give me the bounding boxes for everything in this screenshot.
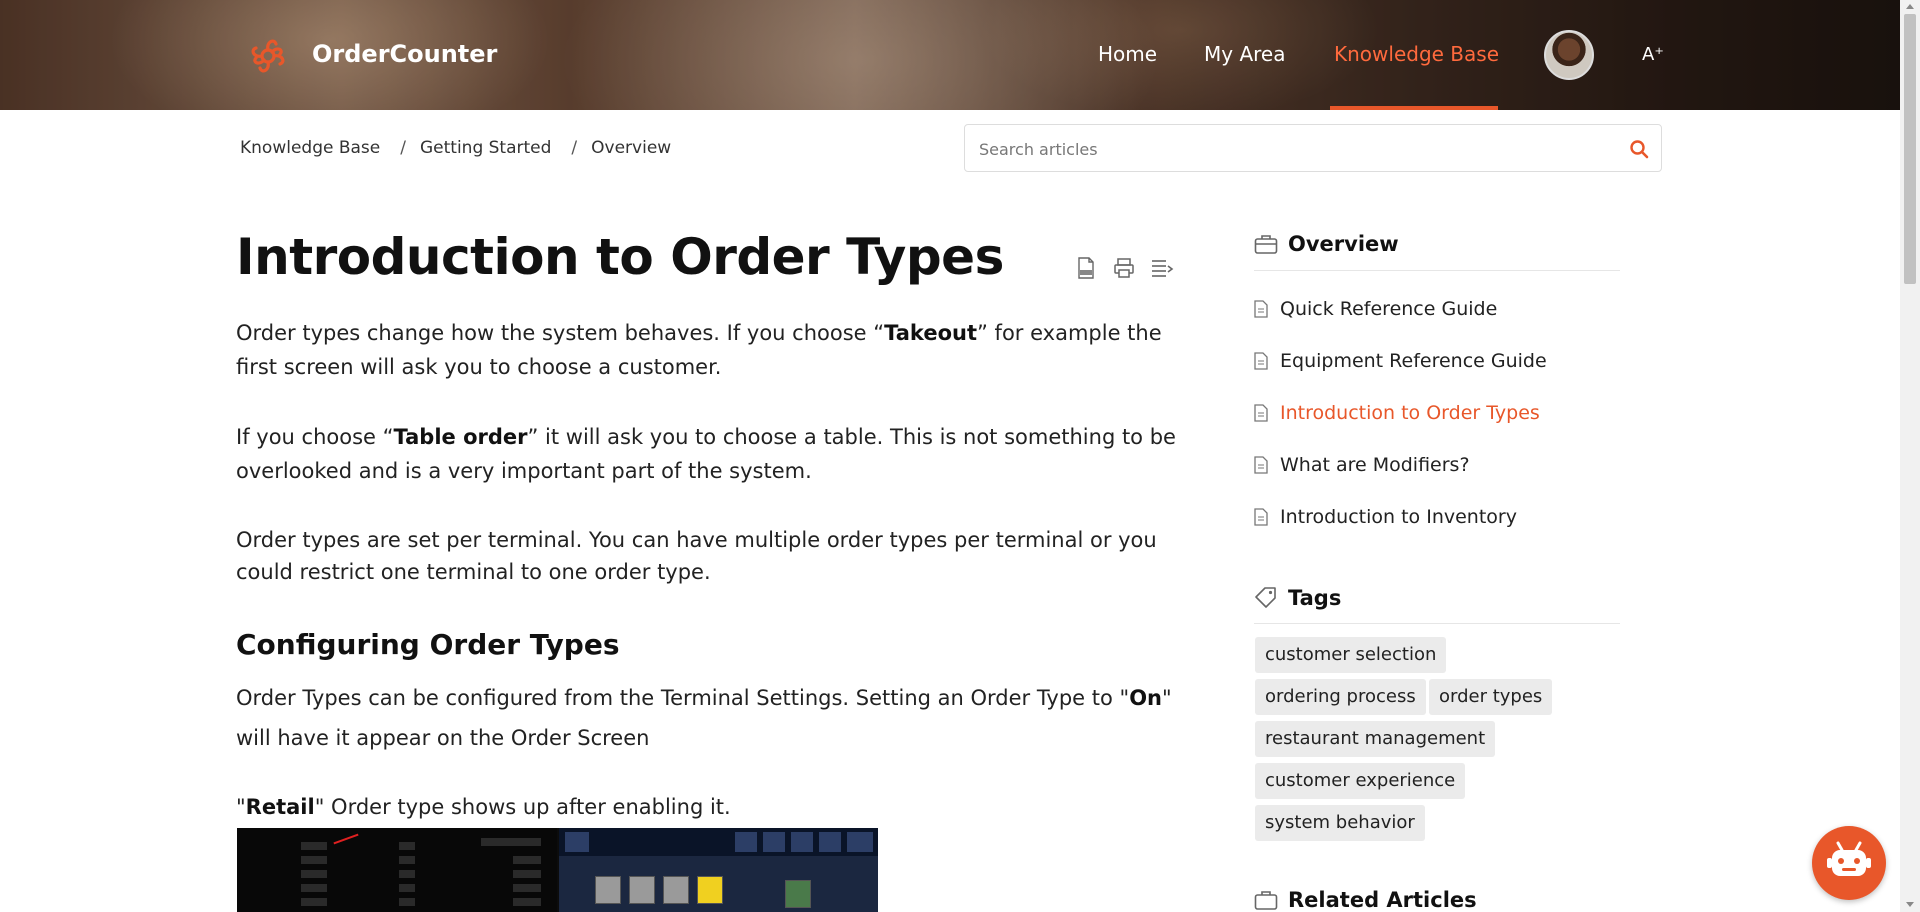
robot-icon <box>1827 841 1871 876</box>
ordercounter-logo-icon[interactable] <box>244 32 292 80</box>
related-articles-heading: Related Articles <box>1254 888 1477 912</box>
print-icon[interactable] <box>1112 256 1136 280</box>
document-icon <box>1254 456 1268 474</box>
tag-ordering-process[interactable]: ordering process <box>1255 679 1426 715</box>
overview-heading: Overview <box>1254 232 1399 256</box>
sidebar-article-modifiers[interactable]: What are Modifiers? <box>1254 454 1470 476</box>
breadcrumb: Knowledge Base / Getting Started / Overv… <box>240 138 671 158</box>
tag-icon <box>1255 587 1276 608</box>
chat-assistant-button[interactable] <box>1812 826 1886 900</box>
sidebar-article-equipment-reference[interactable]: Equipment Reference Guide <box>1254 350 1547 372</box>
document-icon <box>1254 352 1268 370</box>
breadcrumb-separator: / <box>400 138 406 158</box>
section-heading: Configuring Order Types <box>236 628 620 661</box>
overview-title: Overview <box>1288 232 1399 256</box>
article-paragraph: Order types are set per terminal. You ca… <box>236 528 1157 584</box>
avatar[interactable] <box>1544 30 1594 80</box>
terminal-settings-screenshot <box>237 828 878 912</box>
briefcase-icon <box>1254 235 1278 254</box>
related-articles-title: Related Articles <box>1288 888 1477 912</box>
article-paragraph: Order types change how the system behave… <box>236 321 1162 379</box>
site-header: OrderCounter Home My Area Knowledge Base… <box>0 0 1900 110</box>
scroll-thumb[interactable] <box>1904 14 1916 284</box>
table-of-contents-icon[interactable] <box>1150 256 1174 280</box>
nav-active-indicator <box>1330 106 1498 110</box>
breadcrumb-separator: / <box>571 138 578 158</box>
sidebar-article-inventory[interactable]: Introduction to Inventory <box>1254 506 1517 528</box>
article-paragraph: "Retail" Order type shows up after enabl… <box>236 795 731 819</box>
search-input[interactable] <box>979 137 1599 161</box>
breadcrumb-overview[interactable]: Overview <box>591 138 671 158</box>
breadcrumb-knowledge-base[interactable]: Knowledge Base <box>240 138 380 158</box>
tags-title: Tags <box>1288 586 1342 610</box>
article-paragraph: If you choose “Table order” it will ask … <box>236 425 1176 483</box>
tag-customer-selection[interactable]: customer selection <box>1255 637 1447 673</box>
brand-name[interactable]: OrderCounter <box>312 40 497 68</box>
tag-order-types[interactable]: order types <box>1429 679 1553 715</box>
page-title: Introduction to Order Types <box>236 228 1004 286</box>
nav-knowledge-base[interactable]: Knowledge Base <box>1334 42 1499 66</box>
document-icon <box>1254 404 1268 422</box>
sidebar-article-quick-reference[interactable]: Quick Reference Guide <box>1254 298 1497 320</box>
scroll-down-icon[interactable] <box>1906 902 1914 907</box>
article-tools <box>1074 256 1174 280</box>
tags-heading: Tags <box>1254 586 1341 610</box>
article-paragraph: Order Types can be configured from the T… <box>236 686 1172 750</box>
briefcase-icon <box>1254 891 1278 910</box>
tag-customer-experience[interactable]: customer experience <box>1255 763 1466 799</box>
page-scrollbar[interactable] <box>1900 0 1920 912</box>
breadcrumb-getting-started[interactable]: Getting Started <box>420 138 551 158</box>
nav-my-area[interactable]: My Area <box>1204 42 1285 66</box>
scroll-up-icon[interactable] <box>1906 4 1914 9</box>
document-icon <box>1254 508 1268 526</box>
pdf-icon[interactable] <box>1074 256 1098 280</box>
document-icon <box>1254 300 1268 318</box>
divider <box>1254 270 1620 271</box>
tag-system-behavior[interactable]: system behavior <box>1255 805 1425 841</box>
search-icon[interactable] <box>1629 139 1649 159</box>
nav-home[interactable]: Home <box>1098 42 1157 66</box>
settings-panel-image <box>237 828 557 912</box>
divider <box>1254 623 1620 624</box>
tag-restaurant-management[interactable]: restaurant management <box>1255 721 1496 757</box>
sidebar-article-order-types[interactable]: Introduction to Order Types <box>1254 402 1540 424</box>
font-size-icon[interactable]: A⁺ <box>1642 44 1664 65</box>
search-box <box>964 124 1662 172</box>
